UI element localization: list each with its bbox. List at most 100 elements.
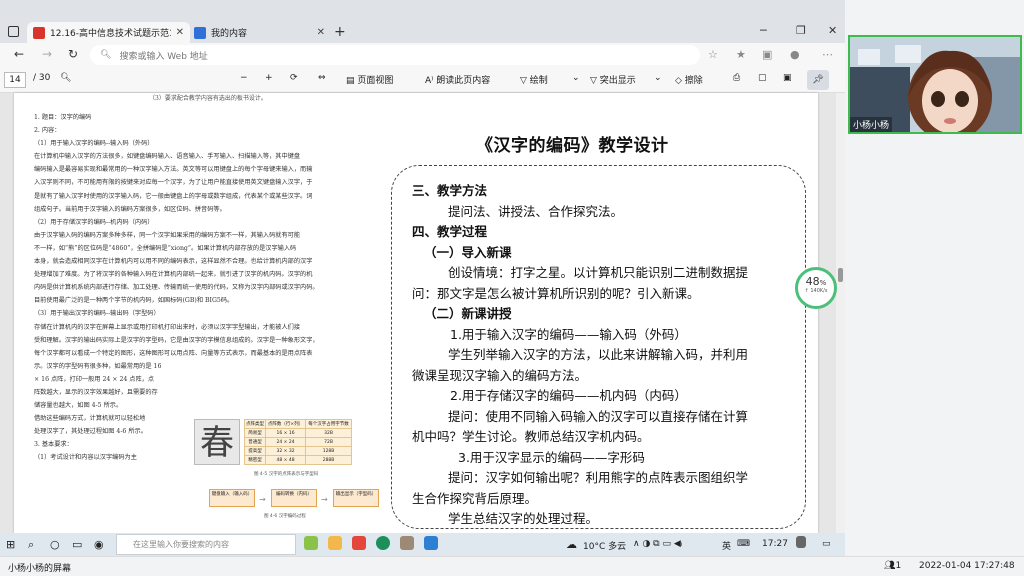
back-icon[interactable]: ←	[14, 47, 24, 61]
arrow-right-icon: →	[321, 495, 328, 504]
left-text-line: 借助这些编码方式，计算机就可以轻松地	[34, 415, 146, 423]
pdf-toolbar: 14 / 30 🔍︎ − + ⟳ ⇔ ▤ 页面视图 A⁾ 朗读此页内容 ▽ 绘制…	[0, 67, 845, 93]
fit-page-icon[interactable]: ⇔	[318, 73, 326, 83]
left-text-line: 处理汉字了，其处理过程如图 4-6 所示。	[34, 428, 147, 436]
read-aloud-icon: A⁾	[425, 76, 437, 86]
participants-count[interactable]: 👥︎1	[884, 561, 901, 571]
address-input[interactable]: 🔍︎ 搜索或输入 Web 地址	[90, 45, 700, 65]
session-datetime: 2022-01-04 17:27:48	[919, 561, 1015, 571]
search-icon[interactable]: ⌕	[28, 538, 34, 552]
lesson-text-line: 创设情境：打字之星。以计算机只能识别二进制数据提	[448, 265, 749, 280]
draw-button[interactable]: ▽ 绘制	[520, 73, 548, 86]
page-view-button[interactable]: ▤ 页面视图	[346, 73, 393, 86]
profile-icon[interactable]: ●	[790, 48, 800, 61]
forward-icon[interactable]: →	[42, 47, 52, 61]
table-cell: 24 × 24	[264, 437, 307, 447]
zoom-out-icon[interactable]: −	[240, 73, 248, 83]
page-number-input[interactable]: 14	[4, 72, 26, 88]
pdf-icon	[33, 26, 45, 39]
page-view-icon: ▤	[346, 76, 358, 86]
zoom-in-icon[interactable]: +	[265, 73, 273, 83]
edge-icon[interactable]: ◉	[94, 538, 104, 551]
draw-dropdown-icon[interactable]: ⌄	[572, 73, 580, 83]
folder-icon[interactable]	[328, 536, 342, 550]
read-aloud-button[interactable]: A⁾ 朗读此页内容	[425, 73, 490, 86]
cortana-icon[interactable]: ○	[50, 538, 60, 551]
close-tab-icon[interactable]: ✕	[176, 27, 184, 38]
figure-caption: 图 4-5 汉字的点阵表示与字型码	[254, 472, 319, 477]
save-as-icon[interactable]: ▣	[783, 73, 792, 83]
taskbar: ⊞ ⌕ ○ ▭ ◉ 在这里输入你要搜索的内容 ☁ 10°C 多云 ∧ ◑ ⧉ ▭…	[0, 533, 845, 556]
windows-start-icon[interactable]: ⊞	[6, 538, 15, 551]
rotate-icon[interactable]: ⟳	[290, 73, 298, 83]
wps-icon[interactable]	[352, 536, 366, 550]
print-icon[interactable]: ⎙	[733, 73, 740, 83]
taskbar-search-input[interactable]: 在这里输入你要搜索的内容	[116, 534, 296, 555]
favorite-icon[interactable]: ☆	[708, 48, 718, 61]
show-desktop-icon[interactable]: ▭	[822, 539, 831, 549]
app-icon[interactable]	[400, 536, 414, 550]
figure-caption: 图 4-6 汉字编码过程	[264, 514, 306, 519]
highlight-icon: ▽	[590, 76, 600, 86]
draw-icon: ▽	[520, 76, 530, 86]
tab-actions-icon[interactable]	[8, 26, 19, 37]
lesson-text-line: 提问法、讲授法、合作探究法。	[448, 203, 624, 219]
more-icon[interactable]: ⋯	[822, 48, 833, 61]
task-view-icon[interactable]: ▭	[72, 538, 82, 551]
left-text-line: （1）用于输入汉字的编码--输入码（外码）	[34, 140, 154, 148]
restore-icon[interactable]: ❐	[796, 24, 806, 37]
new-tab-icon[interactable]: +	[334, 24, 346, 40]
network-speed-meter[interactable]: 48% ↑ 140K/s	[795, 267, 837, 309]
browser-app-icon[interactable]	[376, 536, 390, 550]
favorites-list-icon[interactable]: ★	[736, 48, 746, 61]
table-row: 精密型 48 × 48 288B	[244, 455, 352, 465]
flow-step: 键盘输入（输入码）	[209, 489, 255, 507]
lesson-plan-text: 三、教学方法 提问法、讲授法、合作探究法。 四、教学过程 （一）导入新课 创设情境：打字…	[412, 181, 802, 530]
save-icon[interactable]: ▢	[758, 73, 767, 83]
left-text-line: 目前使用最广泛的是一种两个字节的机内码，如国标码(GB)和 BIG5码。	[34, 297, 234, 305]
left-text-line: 编码输入是最容易实现和最常用的一种汉字输入方法。英文等可以用键盘上的每个字母键来…	[34, 166, 313, 174]
find-icon[interactable]: 🔍︎	[60, 73, 71, 83]
left-text-line: 2. 内容：	[34, 127, 61, 135]
scroll-thumb[interactable]	[838, 268, 843, 282]
draw-label: 绘制	[529, 76, 548, 86]
highlight-button[interactable]: ▽ 突出显示	[590, 73, 636, 86]
address-bar-row: ← → ↻ 🔍︎ 搜索或输入 Web 地址 ☆ ★ ▣ ● ⋯	[0, 43, 845, 67]
input-language[interactable]: 英	[722, 539, 731, 552]
table-cell: 16 × 16	[264, 428, 307, 438]
pin-toolbar-icon[interactable]: 📌︎	[807, 70, 829, 90]
vertical-scrollbar[interactable]	[836, 93, 845, 533]
tab-my-content[interactable]: 我的内容 ✕	[188, 22, 331, 43]
app-icon[interactable]	[424, 536, 438, 550]
search-icon: 🔍︎	[100, 50, 112, 60]
left-text-line: × 16 点阵，打印一般用 24 × 24 点阵，点	[34, 375, 155, 383]
lesson-text-line: 3.用于汉字显示的编码——字形码	[458, 449, 645, 465]
lesson-text-line: 学生列举输入汉字的方法，以此来讲解输入码，并利用	[448, 347, 749, 362]
clock[interactable]: 17:27	[762, 539, 788, 549]
left-text-line: 每个汉字都可以看成一个特定的图形，这种图形可以用点阵、向量等方式表示，而最基本的…	[34, 349, 313, 357]
left-text-line: 处理增加了难度。为了将汉字的各种输入码在计算机内部统一起来，就引进了汉字的机内码…	[34, 271, 313, 279]
highlight-dropdown-icon[interactable]: ⌄	[654, 73, 662, 83]
weather-icon: ☁	[566, 538, 577, 551]
pdf-page: （3）要求配合教学内容有选出的板书设计。 1. 题目：汉字的编码 2. 内容： （1…	[14, 93, 818, 533]
notification-icon[interactable]	[796, 536, 806, 548]
tab-label: 12.16-高中信息技术试题示范1-0	[50, 29, 171, 39]
close-window-icon[interactable]: ✕	[828, 24, 837, 37]
table-cell: 普通型	[244, 437, 266, 447]
section-heading: （一）导入新课	[424, 244, 512, 260]
screen-owner-label: 小杨小杨的屏幕	[8, 564, 72, 574]
pdf-viewer: （3）要求配合教学内容有选出的板书设计。 1. 题目：汉字的编码 2. 内容： （1…	[0, 93, 845, 533]
highlight-label: 突出显示	[599, 76, 636, 86]
ime-icon[interactable]: ⌨	[737, 539, 750, 549]
tab-pdf[interactable]: 12.16-高中信息技术试题示范1-0 ✕	[27, 22, 190, 43]
close-tab-icon[interactable]: ✕	[317, 27, 325, 38]
minimize-icon[interactable]: ─	[760, 24, 767, 37]
table-cell: 72B	[305, 437, 352, 447]
section-heading: 三、教学方法	[412, 183, 488, 198]
collections-icon[interactable]: ▣	[762, 48, 772, 61]
weather-text[interactable]: 10°C 多云	[583, 539, 626, 552]
erase-button[interactable]: ◇ 擦除	[675, 73, 703, 86]
refresh-icon[interactable]: ↻	[68, 47, 78, 61]
app-icon[interactable]	[304, 536, 318, 550]
tray-icons[interactable]: ∧ ◑ ⧉ ▭ ◀ᵢ	[633, 539, 682, 549]
